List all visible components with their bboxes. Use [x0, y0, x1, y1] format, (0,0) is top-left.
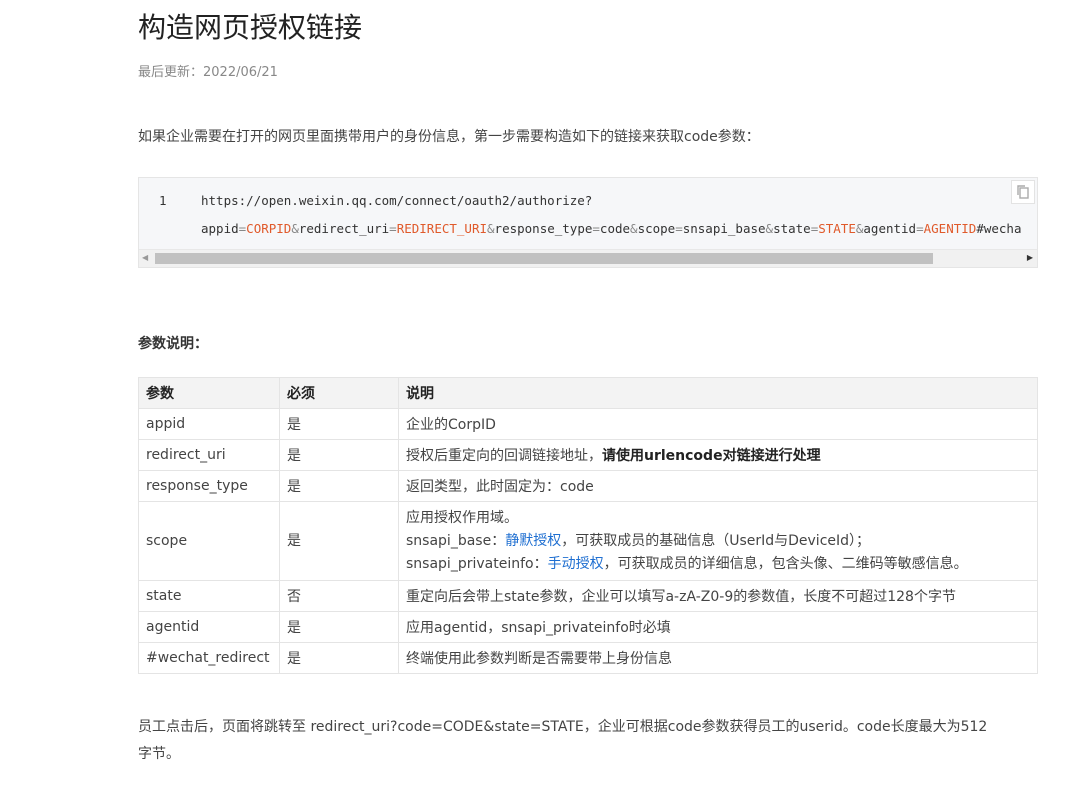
copy-icon[interactable]	[1011, 180, 1035, 204]
horizontal-scrollbar[interactable]: ◀ ▶	[139, 249, 1037, 267]
param-required: 是	[279, 611, 399, 643]
last-updated-label: 最后更新：	[138, 65, 204, 80]
table-row: redirect_uri 是 授权后重定向的回调链接地址，请使用urlencod…	[138, 439, 1038, 471]
param-desc: 应用授权作用域。 snsapi_base：静默授权，可获取成员的基础信息（Use…	[398, 501, 1038, 581]
param-required: 否	[279, 580, 399, 612]
intro-paragraph: 如果企业需要在打开的网页里面携带用户的身份信息，第一步需要构造如下的链接来获取c…	[138, 129, 760, 145]
manual-auth-link[interactable]: 手动授权	[548, 556, 604, 572]
table-row: response_type 是 返回类型，此时固定为：code	[138, 470, 1038, 502]
param-required: 是	[279, 439, 399, 471]
params-table: 参数 必须 说明 appid 是 企业的CorpID redirect_uri …	[138, 377, 1038, 674]
table-row: appid 是 企业的CorpID	[138, 408, 1038, 440]
param-name: state	[138, 580, 280, 612]
page-title: 构造网页授权链接	[138, 11, 363, 44]
last-updated: 最后更新：2022/06/21	[138, 61, 278, 80]
scroll-right-arrow-icon[interactable]: ▶	[1027, 253, 1033, 262]
code-line-query: appid=CORPID&redirect_uri=REDIRECT_URI&r…	[201, 221, 1022, 236]
params-heading: 参数说明：	[138, 336, 208, 352]
code-lines[interactable]: 1 https://open.weixin.qq.com/connect/oau…	[139, 178, 1037, 250]
param-desc: 授权后重定向的回调链接地址，请使用urlencode对链接进行处理	[398, 439, 1038, 471]
param-required: 是	[279, 470, 399, 502]
table-row: agentid 是 应用agentid，snsapi_privateinfo时必…	[138, 611, 1038, 643]
param-desc: 重定向后会带上state参数，企业可以填写a-zA-Z0-9的参数值，长度不可超…	[398, 580, 1038, 612]
param-desc: 终端使用此参数判断是否需要带上身份信息	[398, 642, 1038, 674]
scroll-thumb[interactable]	[155, 253, 933, 264]
param-required: 是	[279, 642, 399, 674]
param-desc: 企业的CorpID	[398, 408, 1038, 440]
scroll-left-arrow-icon[interactable]: ◀	[142, 253, 148, 262]
param-name: response_type	[138, 470, 280, 502]
param-name: redirect_uri	[138, 439, 280, 471]
param-name: #wechat_redirect	[138, 642, 280, 674]
silent-auth-link[interactable]: 静默授权	[505, 533, 561, 549]
outro-paragraph: 员工点击后，页面将跳转至 redirect_uri?code=CODE&stat…	[138, 719, 988, 762]
header-param: 参数	[138, 377, 280, 409]
code-block: 1 https://open.weixin.qq.com/connect/oau…	[138, 177, 1038, 268]
param-required: 是	[279, 408, 399, 440]
table-row: #wechat_redirect 是 终端使用此参数判断是否需要带上身份信息	[138, 642, 1038, 674]
header-required: 必须	[279, 377, 399, 409]
table-header-row: 参数 必须 说明	[138, 377, 1038, 409]
last-updated-date: 2022/06/21	[203, 65, 278, 80]
code-line-url: https://open.weixin.qq.com/connect/oauth…	[201, 193, 593, 208]
param-desc: 返回类型，此时固定为：code	[398, 470, 1038, 502]
table-row: state 否 重定向后会带上state参数，企业可以填写a-zA-Z0-9的参…	[138, 580, 1038, 612]
line-number: 1	[159, 193, 167, 208]
header-desc: 说明	[398, 377, 1038, 409]
param-desc: 应用agentid，snsapi_privateinfo时必填	[398, 611, 1038, 643]
param-name: appid	[138, 408, 280, 440]
param-name: scope	[138, 501, 280, 581]
param-name: agentid	[138, 611, 280, 643]
param-required: 是	[279, 501, 399, 581]
table-row: scope 是 应用授权作用域。 snsapi_base：静默授权，可获取成员的…	[138, 501, 1038, 581]
